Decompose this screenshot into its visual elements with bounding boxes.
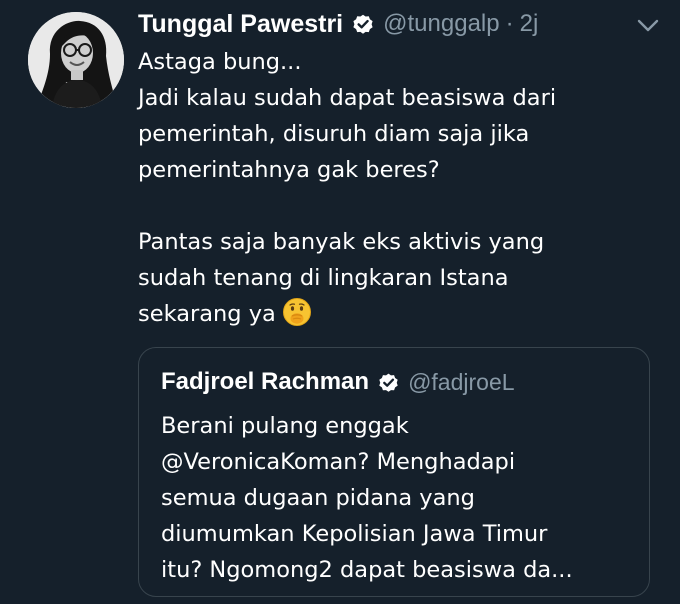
quoted-text-line: @VeronicaKoman? Menghadapi bbox=[161, 449, 516, 475]
tweet-text-line: pemerintah, disuruh diam saja jika bbox=[138, 121, 530, 147]
tweet-text-line: Pantas saja banyak eks aktivis yang bbox=[138, 229, 545, 255]
tweet-text-last-words: sekarang ya bbox=[138, 301, 276, 327]
author-handle[interactable]: @tunggalp bbox=[383, 10, 499, 38]
shushing-face-emoji-icon bbox=[282, 297, 312, 327]
avatar[interactable] bbox=[28, 12, 124, 108]
tweet-text-line: sudah tenang di lingkaran Istana bbox=[138, 265, 509, 291]
tweet-text-line: pemerintahnya gak beres? bbox=[138, 157, 440, 183]
quoted-tweet-text: Berani pulang enggak @VeronicaKoman? Men… bbox=[161, 408, 641, 588]
quoted-text-line: itu? Ngomong2 dapat beasiswa da... bbox=[161, 557, 573, 583]
tweet-text-line-last: sekarang ya bbox=[138, 296, 658, 332]
tweet-text: Astaga bung... Jadi kalau sudah dapat be… bbox=[138, 44, 658, 332]
quoted-author-handle: @fadjroeL bbox=[408, 368, 515, 395]
tweet[interactable]: Tunggal Pawestri @tunggalp · 2j Astaga b… bbox=[0, 0, 680, 604]
verified-badge-icon bbox=[377, 371, 400, 394]
tweet-text-line: Jadi kalau sudah dapat beasiswa dari bbox=[138, 85, 557, 111]
quoted-tweet-card[interactable]: Fadjroel Rachman @fadjroeL Berani pulang… bbox=[138, 347, 650, 597]
profile-photo bbox=[28, 12, 124, 108]
quoted-tweet-header: Fadjroel Rachman @fadjroeL bbox=[161, 366, 515, 398]
author-name[interactable]: Tunggal Pawestri bbox=[138, 10, 343, 39]
timestamp[interactable]: 2j bbox=[520, 10, 539, 38]
chevron-down-icon[interactable] bbox=[637, 18, 659, 32]
quoted-text-line: semua dugaan pidana yang bbox=[161, 485, 475, 511]
separator-dot: · bbox=[505, 10, 514, 37]
verified-badge-icon bbox=[351, 12, 375, 36]
tweet-header: Tunggal Pawestri @tunggalp · 2j bbox=[138, 6, 538, 42]
quoted-author-name: Fadjroel Rachman bbox=[161, 368, 370, 395]
tweet-text-line: Astaga bung... bbox=[138, 49, 302, 75]
quoted-text-line: Berani pulang enggak bbox=[161, 413, 409, 439]
quoted-text-line: diumumkan Kepolisian Jawa Timur bbox=[161, 521, 548, 547]
